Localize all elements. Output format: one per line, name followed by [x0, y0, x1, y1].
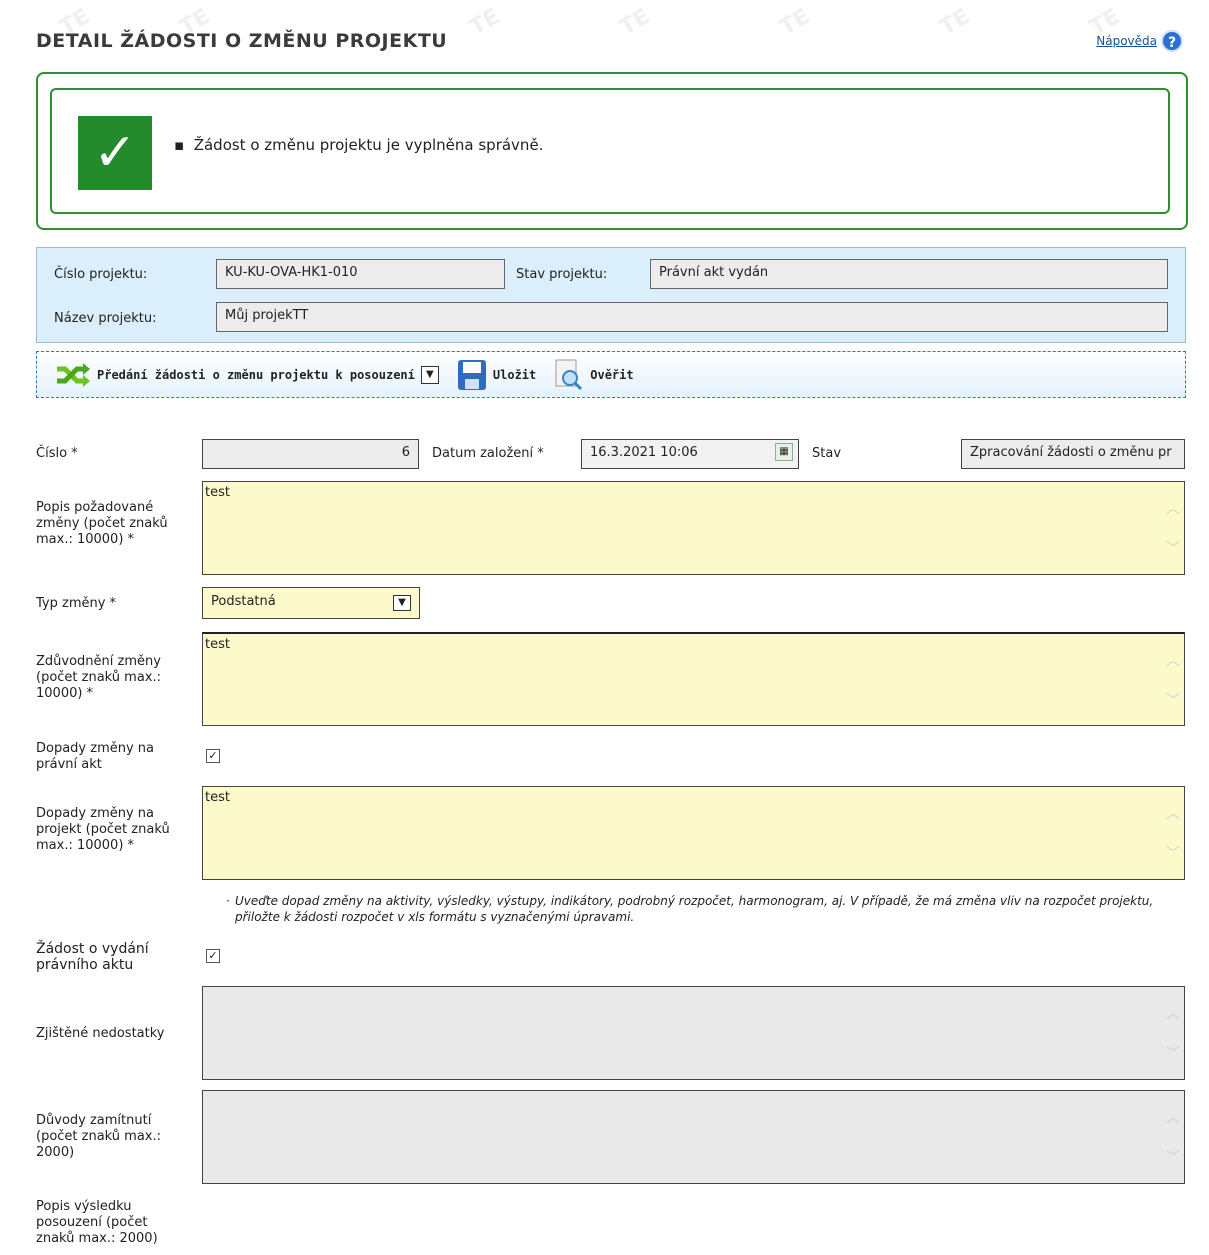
scroll-up-icon[interactable]: ︿	[1166, 1003, 1180, 1023]
project-number-field: KU-KU-OVA-HK1-010	[216, 259, 505, 289]
floppy-disk-icon	[457, 359, 486, 390]
shuffle-icon	[57, 362, 90, 387]
help-link[interactable]: Nápověda	[1096, 34, 1157, 48]
description-label: Popis požadované změny (počet znaků max.…	[36, 500, 168, 547]
created-value: 16.3.2021 10:06	[590, 445, 698, 460]
type-value: Podstatná	[211, 594, 276, 609]
scroll-up-icon[interactable]: ︿	[1166, 1107, 1180, 1127]
deficiencies-label: Zjištěné nedostatky	[36, 1026, 165, 1041]
scroll-down-icon[interactable]: ﹀	[1166, 690, 1180, 710]
save-button[interactable]: Uložit	[457, 359, 536, 391]
created-field[interactable]: 16.3.2021 10:06	[581, 439, 799, 469]
created-label: Datum založení *	[432, 446, 544, 461]
description-value: test	[205, 485, 230, 500]
chevron-down-icon[interactable]: ▼	[420, 365, 439, 384]
project-info-panel: Číslo projektu: KU-KU-OVA-HK1-010 Stav p…	[36, 247, 1186, 343]
justification-value: test	[205, 637, 230, 652]
state-field: Zpracování žádosti o změnu pr	[961, 439, 1185, 469]
legal-impact-label: Dopady změny na právní akt	[36, 741, 155, 772]
number-label: Číslo *	[36, 446, 78, 461]
calendar-icon[interactable]: ▦	[775, 443, 793, 461]
legal-request-label: Žádost o vydání právního aktu	[36, 941, 149, 973]
verify-button[interactable]: Ověřit	[554, 359, 634, 391]
result-label: Popis výsledku posouzení (počet znaků ma…	[36, 1199, 158, 1246]
type-label: Typ změny *	[36, 596, 117, 611]
scroll-up-icon[interactable]: ︿	[1166, 803, 1180, 823]
save-label: Uložit	[492, 367, 537, 382]
toolbar: Předání žádosti o změnu projektu k posou…	[36, 351, 1186, 398]
project-impact-textarea[interactable]: test ︿ ﹀	[202, 786, 1185, 880]
check-icon: ✓	[78, 116, 152, 190]
project-number-label: Číslo projektu:	[54, 267, 148, 282]
scroll-up-icon[interactable]: ︿	[1166, 498, 1180, 518]
document-search-icon	[555, 359, 583, 390]
description-textarea[interactable]: test ︿ ﹀	[202, 481, 1185, 575]
impact-hint: · Uveďte dopad změny na aktivity, výsled…	[226, 893, 1187, 925]
deficiencies-textarea[interactable]: ︿ ﹀	[202, 986, 1185, 1080]
justification-label: Zdůvodnění změny (počet znaků max.: 1000…	[36, 654, 162, 701]
project-impact-label: Dopady změny na projekt (počet znaků max…	[36, 806, 170, 853]
project-name-label: Název projektu:	[54, 311, 157, 326]
scroll-up-icon[interactable]: ︿	[1166, 650, 1180, 670]
justification-textarea[interactable]: test ︿ ﹀	[202, 632, 1185, 726]
handover-button[interactable]: Předání žádosti o změnu projektu k posou…	[55, 361, 415, 389]
chevron-down-icon[interactable]: ▼	[393, 595, 411, 611]
scroll-down-icon[interactable]: ﹀	[1166, 843, 1180, 863]
scroll-down-icon[interactable]: ﹀	[1166, 538, 1180, 558]
project-impact-value: test	[205, 790, 230, 805]
success-panel: ✓ ▪ Žádost o změnu projektu je vyplněna …	[36, 72, 1188, 230]
scroll-down-icon[interactable]: ﹀	[1166, 1043, 1180, 1063]
verify-label: Ověřit	[590, 367, 634, 382]
project-state-field: Právní akt vydán	[650, 259, 1168, 289]
scroll-down-icon[interactable]: ﹀	[1166, 1147, 1180, 1167]
success-inner: ✓ ▪ Žádost o změnu projektu je vyplněna …	[50, 88, 1170, 214]
project-state-label: Stav projektu:	[516, 267, 608, 282]
legal-impact-checkbox[interactable]: ✓	[206, 749, 220, 763]
number-field: 6	[202, 439, 419, 469]
success-message: ▪ Žádost o změnu projektu je vyplněna sp…	[174, 136, 544, 154]
success-message-text: Žádost o změnu projektu je vyplněna sprá…	[193, 136, 544, 154]
question-icon[interactable]: ?	[1161, 30, 1183, 52]
impact-hint-text: Uveďte dopad změny na aktivity, výsledky…	[235, 894, 1154, 924]
legal-request-checkbox[interactable]: ✓	[206, 949, 220, 963]
help: Nápověda ?	[1096, 30, 1183, 52]
rejection-label: Důvody zamítnutí (počet znaků max.: 2000…	[36, 1113, 162, 1160]
rejection-textarea[interactable]: ︿ ﹀	[202, 1090, 1185, 1184]
state-label: Stav	[812, 446, 842, 461]
project-name-field: Můj projekTT	[216, 302, 1168, 332]
handover-label: Předání žádosti o změnu projektu k posou…	[97, 367, 415, 382]
bullet: ·	[226, 894, 230, 908]
type-select[interactable]: Podstatná ▼	[202, 587, 420, 619]
page-title: DETAIL ŽÁDOSTI O ZMĚNU PROJEKTU	[36, 30, 448, 52]
